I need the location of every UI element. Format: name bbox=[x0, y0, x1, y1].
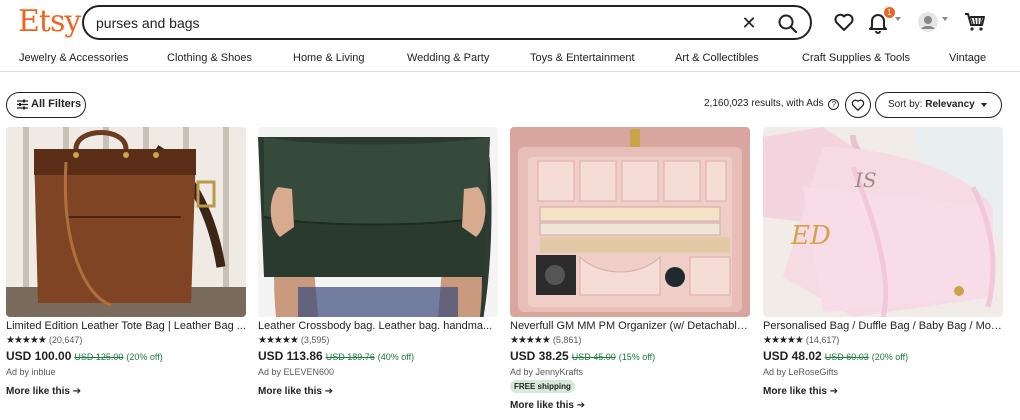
ad-by-shop[interactable]: Ad by JennyKrafts bbox=[510, 367, 583, 377]
arrow-right-icon: ➔ bbox=[829, 386, 839, 397]
svg-text:IS: IS bbox=[854, 168, 877, 192]
results-count: 2,160,023 results, with Ads ? bbox=[704, 98, 840, 110]
more-like-this-label: More like this bbox=[6, 386, 70, 397]
listing-image[interactable] bbox=[258, 127, 498, 317]
clear-search-icon[interactable]: ✕ bbox=[738, 13, 760, 35]
category-link[interactable]: Jewelry & Accessories bbox=[19, 52, 128, 64]
listing-price: USD 113.86 USD 189.76 (40% off) bbox=[258, 349, 414, 363]
sale-price: USD 113.86 bbox=[258, 349, 323, 363]
listing-image[interactable] bbox=[510, 127, 750, 317]
category-link[interactable]: Home & Living bbox=[293, 52, 365, 64]
review-count: (5,861) bbox=[552, 335, 582, 345]
listing-image[interactable]: ED IS bbox=[763, 127, 1003, 317]
more-like-this-link[interactable]: More like this ➔ bbox=[763, 386, 838, 397]
listing-title[interactable]: Limited Edition Leather Tote Bag | Leath… bbox=[6, 320, 246, 332]
ad-by-shop[interactable]: Ad by ELEVEN600 bbox=[258, 367, 334, 377]
star-rating-icon: ★★★★★ bbox=[6, 335, 47, 346]
star-rating-icon: ★★★★★ bbox=[763, 335, 804, 346]
category-link[interactable]: Toys & Entertainment bbox=[530, 52, 635, 64]
sort-prefix: Sort by: bbox=[888, 99, 926, 110]
sort-value: Relevancy bbox=[925, 99, 975, 110]
site-header: Etsy ✕ 1 bbox=[0, 0, 1020, 44]
category-link[interactable]: Wedding & Party bbox=[407, 52, 489, 64]
ad-by-shop[interactable]: Ad by LeRoseGifts bbox=[763, 367, 838, 377]
sale-price: USD 100.00 bbox=[6, 349, 72, 363]
category-link[interactable]: Craft Supplies & Tools bbox=[802, 52, 910, 64]
etsy-logo[interactable]: Etsy bbox=[18, 4, 81, 40]
listing-title[interactable]: Personalised Bag / Duffle Bag / Baby Bag… bbox=[763, 320, 1003, 332]
nav-divider bbox=[0, 71, 1020, 72]
discount-percent: (20% off) bbox=[871, 352, 909, 362]
more-like-this-link[interactable]: More like this ➔ bbox=[6, 386, 81, 397]
more-like-this-link[interactable]: More like this ➔ bbox=[510, 400, 585, 411]
more-like-this-link[interactable]: More like this ➔ bbox=[258, 386, 333, 397]
search-bar[interactable]: ✕ bbox=[82, 5, 812, 40]
star-rating-icon: ★★★★★ bbox=[258, 335, 299, 346]
original-price: USD 45.00 bbox=[571, 352, 616, 362]
discount-percent: (40% off) bbox=[377, 352, 415, 362]
filter-sliders-icon bbox=[17, 99, 28, 110]
ad-by-shop[interactable]: Ad by inblue bbox=[6, 367, 56, 377]
arrow-right-icon: ➔ bbox=[324, 386, 334, 397]
svg-text:ED: ED bbox=[790, 221, 831, 251]
original-price: USD 189.76 bbox=[325, 352, 375, 362]
sale-price: USD 38.25 bbox=[510, 349, 569, 363]
all-filters-button[interactable]: All Filters bbox=[6, 92, 86, 118]
discount-percent: (15% off) bbox=[618, 352, 656, 362]
search-icon[interactable] bbox=[776, 12, 800, 36]
account-caret-icon[interactable] bbox=[942, 17, 948, 21]
more-like-this-label: More like this bbox=[258, 386, 322, 397]
arrow-right-icon: ➔ bbox=[72, 386, 82, 397]
chevron-down-icon bbox=[981, 103, 987, 107]
category-link[interactable]: Clothing & Shoes bbox=[167, 52, 252, 64]
category-link[interactable]: Art & Collectibles bbox=[675, 52, 759, 64]
favorites-heart-icon[interactable] bbox=[832, 10, 856, 34]
avatar-icon[interactable] bbox=[916, 10, 940, 34]
listing-rating: ★★★★★ (14,617) bbox=[763, 335, 839, 346]
category-link[interactable]: Vintage bbox=[949, 52, 986, 64]
category-nav: Jewelry & Accessories Clothing & Shoes H… bbox=[0, 48, 1020, 70]
review-count: (20,647) bbox=[48, 335, 83, 345]
listing-rating: ★★★★★ (20,647) bbox=[6, 335, 82, 346]
listing-rating: ★★★★★ (5,861) bbox=[510, 335, 581, 346]
results-text: 2,160,023 results, with Ads bbox=[704, 98, 824, 109]
cart-icon[interactable] bbox=[963, 10, 987, 34]
notifications-caret-icon[interactable] bbox=[895, 17, 901, 21]
listing-title[interactable]: Neverfull GM MM PM Organizer (w/ Detacha… bbox=[510, 320, 750, 332]
listing-price: USD 48.02 USD 60.03 (20% off) bbox=[763, 349, 908, 363]
review-count: (3,595) bbox=[300, 335, 330, 345]
notification-badge: 1 bbox=[884, 7, 895, 18]
ads-info-icon[interactable]: ? bbox=[828, 99, 840, 110]
original-price: USD 125.00 bbox=[74, 352, 124, 362]
star-rating-icon: ★★★★★ bbox=[510, 335, 551, 346]
more-like-this-label: More like this bbox=[510, 400, 574, 411]
all-filters-label: All Filters bbox=[31, 98, 82, 110]
search-input[interactable] bbox=[96, 13, 716, 33]
listing-rating: ★★★★★ (3,595) bbox=[258, 335, 329, 346]
listing-price: USD 100.00 USD 125.00 (20% off) bbox=[6, 349, 163, 363]
free-shipping-badge: FREE shipping bbox=[510, 380, 575, 393]
review-count: (14,617) bbox=[805, 335, 840, 345]
heart-icon bbox=[851, 99, 865, 111]
original-price: USD 60.03 bbox=[824, 352, 869, 362]
more-like-this-label: More like this bbox=[763, 386, 827, 397]
listing-title[interactable]: Leather Crossbody bag. Leather bag. hand… bbox=[258, 320, 498, 332]
discount-percent: (20% off) bbox=[126, 352, 163, 362]
save-search-heart-button[interactable] bbox=[845, 92, 871, 118]
arrow-right-icon: ➔ bbox=[576, 400, 586, 411]
listing-price: USD 38.25 USD 45.00 (15% off) bbox=[510, 349, 655, 363]
sort-dropdown[interactable]: Sort by: Relevancy bbox=[875, 92, 1002, 118]
listing-image[interactable] bbox=[6, 127, 246, 317]
sale-price: USD 48.02 bbox=[763, 349, 822, 363]
